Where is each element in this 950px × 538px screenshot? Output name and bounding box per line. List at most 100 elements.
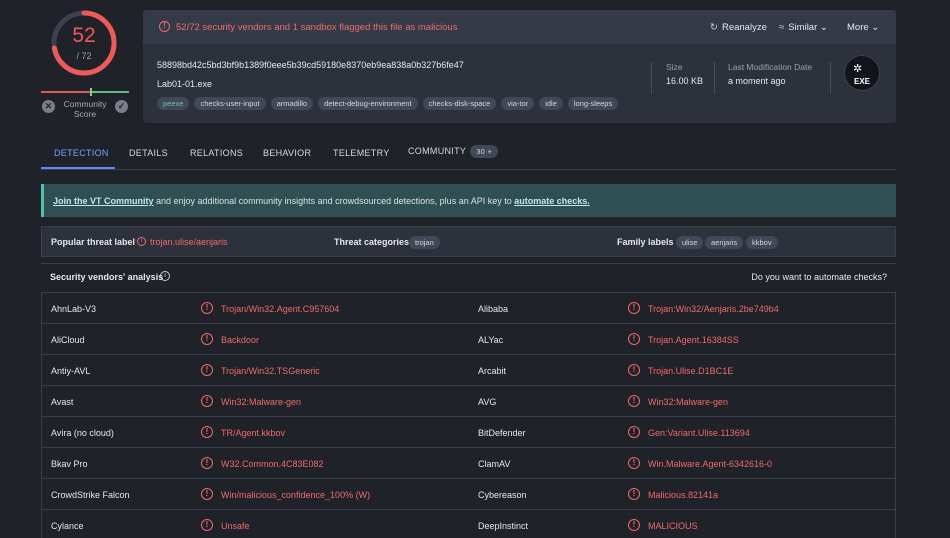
tab-telemetry[interactable]: TELEMETRY — [333, 148, 390, 158]
tab-community[interactable]: COMMUNITY 30 + — [408, 145, 499, 158]
vendors-analysis-title: Security vendors' analysis — [50, 272, 164, 282]
tag[interactable]: armadillo — [270, 97, 314, 110]
detection-result: Win32:Malware-gen — [648, 397, 729, 407]
file-tags: peexe checks-user-input armadillo detect… — [157, 97, 619, 110]
tab-behavior[interactable]: BEHAVIOR — [263, 148, 311, 158]
file-hash[interactable]: 58898bd42c5bd3bf9b1389f0eee5b39cd59180e8… — [157, 60, 464, 70]
vote-harmless-icon[interactable]: ✓ — [115, 100, 128, 113]
detection-result: W32.Common.4C83E082 — [221, 459, 324, 469]
tag[interactable]: long-sleeps — [567, 97, 619, 110]
vendor-name: CrowdStrike Falcon — [51, 490, 130, 500]
table-row: AliCloud ! Backdoor ALYac ! Trojan.Agent… — [41, 324, 896, 355]
detection-result: Trojan.Agent.16384SS — [648, 335, 739, 345]
table-row: AhnLab-V3 ! Trojan/Win32.Agent.C957604 A… — [41, 293, 896, 324]
vendor-name: AhnLab-V3 — [51, 304, 97, 314]
alert-icon: ! — [201, 302, 213, 314]
size-value: 16.00 KB — [666, 76, 704, 86]
automate-checks-link[interactable]: automate checks. — [514, 196, 590, 206]
detection-result: Backdoor — [221, 335, 260, 345]
tab-detection[interactable]: DETECTION — [54, 148, 109, 158]
vendor-name: AliCloud — [51, 335, 85, 345]
vendors-table: AhnLab-V3 ! Trojan/Win32.Agent.C957604 A… — [41, 292, 896, 538]
detection-result: Win/malicious_confidence_100% (W) — [221, 490, 371, 500]
vendor-name: Cylance — [51, 521, 84, 531]
alert-icon: ! — [201, 488, 213, 500]
tag[interactable]: checks-user-input — [194, 97, 266, 110]
detection-result: Trojan:Win32/Aenjaris.2be749b4 — [648, 304, 779, 314]
vendor-name: Avira (no cloud) — [51, 428, 114, 438]
family-label-chip[interactable]: ulise — [676, 236, 704, 249]
alert-icon: ! — [628, 488, 640, 500]
popular-threat-label-value[interactable]: trojan.ulise/aenjaris — [150, 237, 228, 247]
tag[interactable]: detect-debug-environment — [318, 97, 418, 110]
score-detected: 52 — [72, 24, 96, 47]
detection-message: 52/72 security vendors and 1 sandbox fla… — [176, 22, 458, 33]
detection-result: Gen:Variant.Ulise.113694 — [648, 428, 750, 438]
table-row: Cylance ! Unsafe DeepInstinct ! MALICIOU… — [41, 510, 896, 538]
divider — [830, 62, 831, 94]
detection-result: Win32:Malware-gen — [221, 397, 302, 407]
detection-score: 52 / 72 — [50, 9, 118, 77]
similar-icon: ≈ — [779, 22, 785, 33]
community-score: ✕ Community Score ✓ — [41, 88, 129, 121]
alert-icon: ! — [628, 519, 640, 531]
reanalyze-icon: ↻ — [710, 22, 718, 33]
reanalyze-button[interactable]: ↻ Reanalyze — [710, 22, 767, 33]
table-row: Antiy-AVL ! Trojan/Win32.TSGeneric Arcab… — [41, 355, 896, 386]
divider — [41, 169, 896, 170]
vendor-name: DeepInstinct — [478, 521, 529, 531]
family-labels-title: Family labels — [617, 237, 674, 247]
divider — [714, 62, 715, 94]
detection-result: Trojan/Win32.Agent.C957604 — [221, 304, 340, 314]
info-icon: i — [137, 237, 146, 246]
tag[interactable]: peexe — [157, 97, 190, 110]
info-icon[interactable]: i — [160, 271, 170, 281]
family-label-chip[interactable]: kkbov — [746, 236, 778, 249]
alert-icon: ! — [159, 21, 170, 32]
community-score-bar — [41, 88, 129, 96]
detection-result: Malicious.82141a — [648, 490, 719, 500]
similar-button[interactable]: ≈ Similar ⌄ — [779, 22, 828, 33]
score-total: / 72 — [76, 51, 92, 61]
vendor-name: Bkav Pro — [51, 459, 88, 469]
threat-category-chip[interactable]: trojan — [409, 236, 440, 249]
detection-result: Unsafe — [221, 521, 250, 531]
tab-details[interactable]: DETAILS — [129, 148, 168, 158]
detection-result: Win.Malware.Agent-6342616-0 — [648, 459, 773, 469]
table-row: Bkav Pro ! W32.Common.4C83E082 ClamAV ! … — [41, 448, 896, 479]
community-count-badge: 30 + — [470, 145, 499, 158]
vendor-name: Avast — [51, 397, 74, 407]
detection-result: TR/Agent.kkbov — [221, 428, 286, 438]
alert-icon: ! — [201, 519, 213, 531]
vendor-name: ClamAV — [478, 459, 511, 469]
file-type-label: EXE — [853, 77, 870, 86]
join-community-banner: Join the VT Community and enjoy addition… — [41, 184, 896, 217]
table-row: Avast ! Win32:Malware-gen AVG ! Win32:Ma… — [41, 386, 896, 417]
vendor-name: Arcabit — [478, 366, 507, 376]
file-summary-card: ! 52/72 security vendors and 1 sandbox f… — [143, 10, 896, 123]
join-community-link[interactable]: Join the VT Community — [53, 196, 154, 206]
automate-question[interactable]: Do you want to automate checks? — [751, 272, 887, 282]
family-label-chip[interactable]: aenjaris — [705, 236, 744, 249]
vendor-name: AVG — [478, 397, 497, 407]
tag[interactable]: via-tor — [501, 97, 535, 110]
alert-icon: ! — [201, 457, 213, 469]
size-label: Size — [666, 62, 683, 72]
tab-relations[interactable]: RELATIONS — [190, 148, 243, 158]
alert-icon: ! — [201, 395, 213, 407]
detection-banner: ! 52/72 security vendors and 1 sandbox f… — [143, 10, 896, 44]
alert-icon: ! — [628, 426, 640, 438]
tag[interactable]: checks-disk-space — [422, 97, 497, 110]
alert-icon: ! — [628, 364, 640, 376]
tag[interactable]: idle — [539, 97, 563, 110]
more-button[interactable]: More ⌄ — [847, 22, 879, 33]
table-row: Avira (no cloud) ! TR/Agent.kkbov BitDef… — [41, 417, 896, 448]
alert-icon: ! — [201, 426, 213, 438]
threat-categories-title: Threat categories — [334, 237, 410, 247]
detection-result: Trojan.Ulise.D1BC1E — [648, 366, 734, 376]
vendor-name: Cybereason — [478, 490, 527, 500]
join-text: Join the VT Community and enjoy addition… — [53, 196, 590, 206]
vote-malicious-icon[interactable]: ✕ — [42, 100, 55, 113]
table-row: CrowdStrike Falcon ! Win/malicious_confi… — [41, 479, 896, 510]
alert-icon: ! — [201, 333, 213, 345]
